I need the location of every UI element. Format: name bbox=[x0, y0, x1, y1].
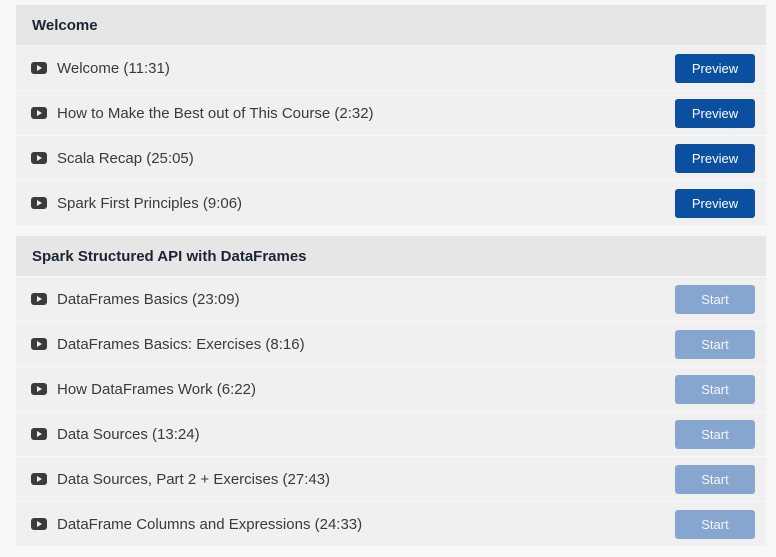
play-video-icon bbox=[31, 383, 47, 395]
curriculum: Welcome Welcome (11:31) Preview How to M… bbox=[16, 5, 766, 557]
lecture-row[interactable]: How DataFrames Work (6:22) Start bbox=[16, 367, 766, 411]
start-button[interactable]: Start bbox=[675, 464, 755, 494]
play-video-icon bbox=[31, 473, 47, 485]
preview-button[interactable]: Preview bbox=[675, 143, 755, 173]
start-button[interactable]: Start bbox=[675, 329, 755, 359]
lecture-title[interactable]: Scala Recap (25:05) bbox=[57, 150, 675, 167]
section-welcome: Welcome Welcome (11:31) Preview How to M… bbox=[16, 5, 766, 225]
lecture-title[interactable]: Welcome (11:31) bbox=[57, 60, 675, 77]
start-button[interactable]: Start bbox=[675, 419, 755, 449]
lecture-title[interactable]: DataFrames Basics (23:09) bbox=[57, 291, 675, 308]
lecture-row[interactable]: How to Make the Best out of This Course … bbox=[16, 91, 766, 135]
play-video-icon bbox=[31, 338, 47, 350]
start-button[interactable]: Start bbox=[675, 284, 755, 314]
lecture-title[interactable]: DataFrame Columns and Expressions (24:33… bbox=[57, 516, 675, 533]
play-video-icon bbox=[31, 152, 47, 164]
lecture-row[interactable]: DataFrames Basics (23:09) Start bbox=[16, 277, 766, 321]
lecture-row[interactable]: DataFrame Columns and Expressions (24:33… bbox=[16, 502, 766, 546]
lecture-title[interactable]: DataFrames Basics: Exercises (8:16) bbox=[57, 336, 675, 353]
lecture-title[interactable]: Data Sources (13:24) bbox=[57, 426, 675, 443]
lecture-row[interactable]: Scala Recap (25:05) Preview bbox=[16, 136, 766, 180]
start-button[interactable]: Start bbox=[675, 374, 755, 404]
lecture-title[interactable]: How to Make the Best out of This Course … bbox=[57, 105, 675, 122]
lecture-title[interactable]: How DataFrames Work (6:22) bbox=[57, 381, 675, 398]
play-video-icon bbox=[31, 293, 47, 305]
preview-button[interactable]: Preview bbox=[675, 188, 755, 218]
lecture-row[interactable]: DataFrames Basics: Exercises (8:16) Star… bbox=[16, 322, 766, 366]
preview-button[interactable]: Preview bbox=[675, 98, 755, 128]
lecture-row[interactable]: Data Sources (13:24) Start bbox=[16, 412, 766, 456]
preview-button[interactable]: Preview bbox=[675, 53, 755, 83]
lecture-row[interactable]: Welcome (11:31) Preview bbox=[16, 46, 766, 90]
lecture-title[interactable]: Spark First Principles (9:06) bbox=[57, 195, 675, 212]
play-video-icon bbox=[31, 107, 47, 119]
section-title: Welcome bbox=[16, 5, 766, 45]
start-button[interactable]: Start bbox=[675, 509, 755, 539]
section-title: Spark Structured API with DataFrames bbox=[16, 236, 766, 276]
play-video-icon bbox=[31, 197, 47, 209]
section-spark-structured-api: Spark Structured API with DataFrames Dat… bbox=[16, 236, 766, 546]
play-video-icon bbox=[31, 428, 47, 440]
lecture-row[interactable]: Data Sources, Part 2 + Exercises (27:43)… bbox=[16, 457, 766, 501]
lecture-title[interactable]: Data Sources, Part 2 + Exercises (27:43) bbox=[57, 471, 675, 488]
lecture-row[interactable]: Spark First Principles (9:06) Preview bbox=[16, 181, 766, 225]
play-video-icon bbox=[31, 62, 47, 74]
play-video-icon bbox=[31, 518, 47, 530]
